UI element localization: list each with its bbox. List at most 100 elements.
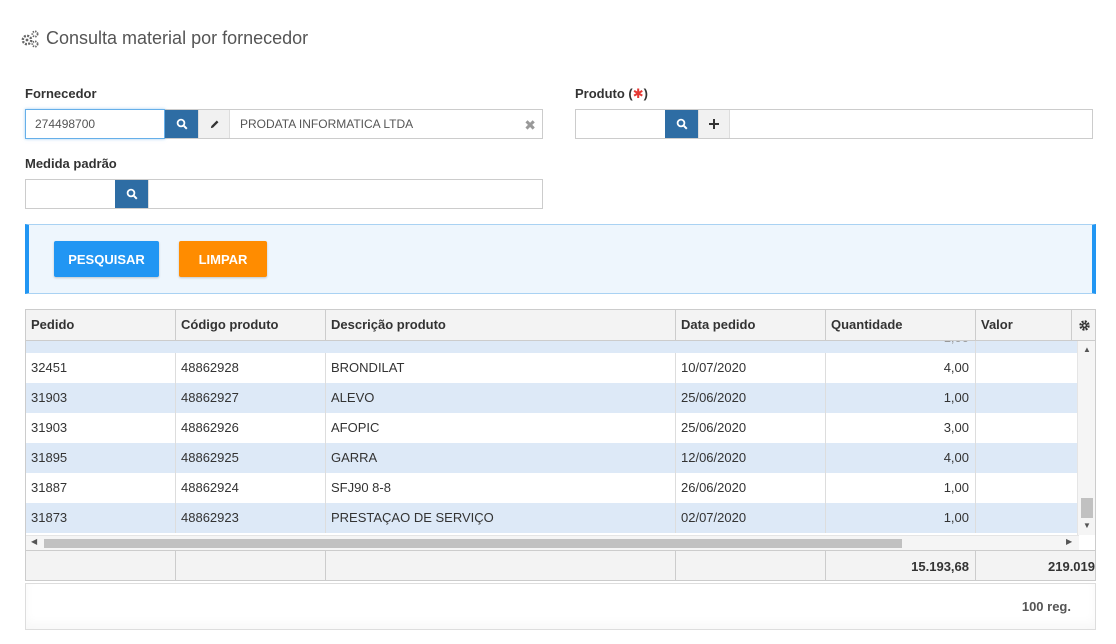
- scroll-right-icon[interactable]: ▶: [1066, 537, 1072, 546]
- medida-search-button[interactable]: [115, 180, 148, 208]
- cell-valor: [976, 413, 1079, 443]
- medida-input-group: [25, 179, 543, 209]
- footer-cell: [676, 551, 826, 580]
- cell-pedido: 31873: [26, 503, 176, 533]
- cell-valor: [976, 503, 1079, 533]
- cell-codigo: 48862925: [176, 443, 326, 473]
- produto-input-group: [575, 109, 1093, 139]
- produto-add-button[interactable]: [698, 110, 730, 138]
- search-icon: [176, 118, 188, 130]
- pencil-icon: [210, 120, 218, 128]
- cell-codigo: 48862923: [176, 503, 326, 533]
- cell-valor: [976, 443, 1079, 473]
- cell-descricao: GARRA: [326, 443, 676, 473]
- table-row-partial[interactable]: 1,00: [26, 341, 1079, 353]
- column-header-valor[interactable]: Valor: [976, 310, 1071, 340]
- footer-cell: [176, 551, 326, 580]
- cell-pedido: 32451: [26, 353, 176, 383]
- fornecedor-label: Fornecedor: [25, 86, 97, 101]
- cell-codigo: 48862924: [176, 473, 326, 503]
- medida-code-input[interactable]: [26, 180, 115, 208]
- cell-codigo: 48862928: [176, 353, 326, 383]
- scroll-down-icon[interactable]: ▼: [1083, 521, 1091, 530]
- fornecedor-input-group: PRODATA INFORMATICA LTDA ✖: [25, 109, 543, 139]
- cell-pedido: 31903: [26, 413, 176, 443]
- gears-icon: [21, 30, 39, 47]
- table-row[interactable]: 31895 48862925 GARRA 12/06/2020 4,00: [26, 443, 1079, 473]
- clear-icon[interactable]: ✖: [524, 117, 536, 134]
- pager: 100 reg.: [25, 583, 1096, 630]
- vertical-scroll-thumb[interactable]: [1081, 498, 1093, 518]
- fornecedor-code-input[interactable]: [25, 109, 165, 139]
- horizontal-scrollbar[interactable]: ◀ ▶: [26, 535, 1079, 550]
- grid-settings-button[interactable]: [1071, 310, 1095, 340]
- table-row[interactable]: 31873 48862923 PRESTAÇAO DE SERVIÇO 02/0…: [26, 503, 1079, 533]
- table-row[interactable]: 31887 48862924 SFJ90 8-8 26/06/2020 1,00: [26, 473, 1079, 503]
- footer-cell: [26, 551, 176, 580]
- total-quantidade: 15.193,68: [826, 551, 976, 580]
- search-icon: [126, 188, 138, 200]
- produto-search-button[interactable]: [665, 110, 698, 138]
- column-header-codigo[interactable]: Código produto: [176, 310, 326, 340]
- fornecedor-edit-button[interactable]: [198, 110, 230, 138]
- results-grid: Pedido Código produto Descrição produto …: [25, 309, 1096, 581]
- fornecedor-description-text: PRODATA INFORMATICA LTDA: [240, 117, 414, 131]
- medida-description: [148, 180, 542, 208]
- page-title: Consulta material por fornecedor: [46, 28, 309, 48]
- grid-body: 1,00 32451 48862928 BRONDILAT 10/07/2020…: [26, 341, 1079, 535]
- cell-quantidade: 1,00: [826, 383, 976, 413]
- cell-data: 25/06/2020: [676, 383, 826, 413]
- cell-descricao: AFOPIC: [326, 413, 676, 443]
- grid-header: Pedido Código produto Descrição produto …: [26, 310, 1095, 341]
- table-row[interactable]: 31903 48862926 AFOPIC 25/06/2020 3,00: [26, 413, 1079, 443]
- scroll-left-icon[interactable]: ◀: [31, 537, 37, 546]
- cell-pedido: 31895: [26, 443, 176, 473]
- cell-valor: [976, 473, 1079, 503]
- cell-descricao: SFJ90 8-8: [326, 473, 676, 503]
- scroll-up-icon[interactable]: ▲: [1083, 345, 1091, 354]
- cell-valor: [976, 353, 1079, 383]
- column-header-data[interactable]: Data pedido: [676, 310, 826, 340]
- produto-label-close: ): [643, 86, 649, 101]
- table-row[interactable]: 31903 48862927 ALEVO 25/06/2020 1,00: [26, 383, 1079, 413]
- table-row[interactable]: 32451 48862928 BRONDILAT 10/07/2020 4,00: [26, 353, 1079, 383]
- pesquisar-button[interactable]: PESQUISAR: [54, 241, 159, 277]
- produto-code-input[interactable]: [576, 110, 665, 138]
- cell-data: 25/06/2020: [676, 413, 826, 443]
- cell-codigo: 48862927: [176, 383, 326, 413]
- partial-cell: 1,00: [826, 341, 976, 353]
- cell-data: 12/06/2020: [676, 443, 826, 473]
- grid-footer-totals: 15.193,68 219.019: [26, 550, 1095, 580]
- cell-valor: [976, 383, 1079, 413]
- cell-quantidade: 1,00: [826, 473, 976, 503]
- action-bar: PESQUISAR LIMPAR: [25, 224, 1096, 294]
- cell-codigo: 48862926: [176, 413, 326, 443]
- column-header-quantidade[interactable]: Quantidade: [826, 310, 976, 340]
- search-icon: [676, 118, 688, 130]
- limpar-button[interactable]: LIMPAR: [179, 241, 267, 277]
- column-header-descricao[interactable]: Descrição produto: [326, 310, 676, 340]
- cell-descricao: PRESTAÇAO DE SERVIÇO: [326, 503, 676, 533]
- cell-pedido: 31887: [26, 473, 176, 503]
- required-icon: ✱: [632, 86, 644, 101]
- gear-icon: [1079, 319, 1090, 331]
- cell-quantidade: 4,00: [826, 353, 976, 383]
- cell-quantidade: 3,00: [826, 413, 976, 443]
- fornecedor-description: PRODATA INFORMATICA LTDA ✖: [230, 110, 542, 138]
- cell-descricao: BRONDILAT: [326, 353, 676, 383]
- cell-data: 26/06/2020: [676, 473, 826, 503]
- produto-label: Produto (✱): [575, 86, 648, 102]
- produto-label-text: Produto (: [575, 86, 633, 101]
- fornecedor-search-button[interactable]: [165, 110, 198, 138]
- footer-cell: [326, 551, 676, 580]
- plus-icon: [709, 119, 719, 129]
- horizontal-scroll-thumb[interactable]: [44, 539, 902, 548]
- total-valor: 219.019: [1048, 559, 1095, 574]
- vertical-scrollbar[interactable]: ▲ ▼: [1077, 341, 1095, 535]
- column-header-pedido[interactable]: Pedido: [26, 310, 176, 340]
- record-count: 100 reg.: [1021, 599, 1071, 614]
- page-header: Consulta material por fornecedor: [20, 28, 308, 49]
- produto-description: [730, 110, 1092, 138]
- cell-data: 10/07/2020: [676, 353, 826, 383]
- medida-label: Medida padrão: [25, 156, 117, 171]
